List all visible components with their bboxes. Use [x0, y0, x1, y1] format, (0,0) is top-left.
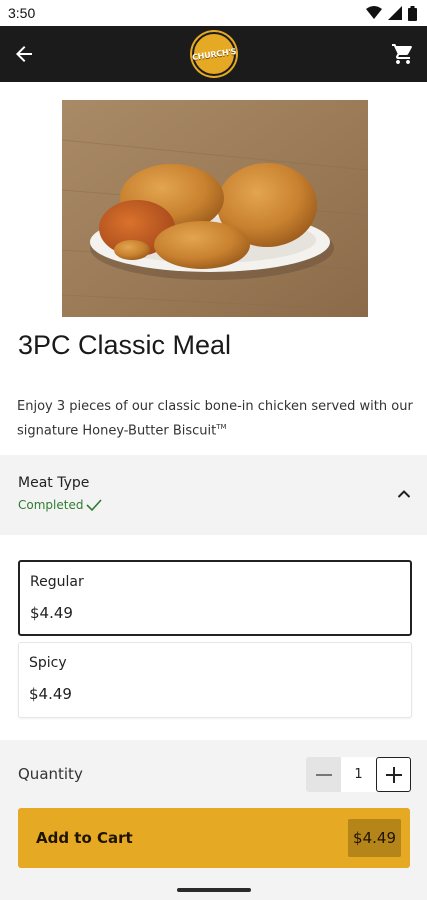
collapse-button[interactable] [394, 484, 414, 504]
wifi-icon [366, 6, 382, 19]
option-price: $4.49 [30, 604, 73, 622]
add-to-cart-label: Add to Cart [36, 829, 133, 847]
app-bar: CHURCH'S [0, 26, 427, 82]
option-price: $4.49 [29, 685, 72, 703]
status-time: 3:50 [8, 5, 36, 21]
battery-icon [408, 5, 417, 21]
minus-icon [315, 773, 332, 776]
product-description: Enjoy 3 pieces of our classic bone-in ch… [17, 396, 417, 441]
add-to-cart-button[interactable]: Add to Cart $4.49 [18, 808, 410, 868]
increment-button[interactable] [376, 757, 411, 792]
product-image [62, 100, 368, 317]
quantity-stepper: 1 [306, 757, 411, 792]
cart-icon[interactable] [391, 42, 415, 66]
quantity-label: Quantity [18, 765, 83, 783]
meat-type-header[interactable] [0, 455, 427, 535]
option-name: Spicy [29, 655, 67, 671]
option-spicy[interactable]: Spicy $4.49 [18, 642, 412, 718]
plus-icon [385, 766, 402, 783]
status-icons [366, 5, 417, 21]
home-indicator[interactable] [177, 888, 251, 892]
status-bar: 3:50 [0, 0, 427, 26]
option-name: Regular [30, 574, 84, 590]
back-arrow-icon[interactable] [12, 42, 36, 66]
chevron-up-icon [397, 490, 411, 498]
logo-text: CHURCH'S [191, 46, 237, 62]
decrement-button[interactable] [306, 757, 341, 792]
option-group-title: Meat Type [18, 475, 90, 491]
quantity-value[interactable]: 1 [341, 757, 376, 792]
completed-label: Completed [18, 498, 84, 512]
trademark-mark: TM [216, 423, 227, 431]
option-regular[interactable]: Regular $4.49 [18, 560, 412, 636]
description-text: Enjoy 3 pieces of our classic bone-in ch… [17, 399, 413, 439]
add-to-cart-price: $4.49 [348, 819, 401, 857]
check-icon [86, 499, 103, 512]
product-title: 3PC Classic Meal [18, 330, 232, 360]
churchs-logo: CHURCH'S [191, 32, 237, 76]
option-group-status: Completed [18, 498, 103, 512]
signal-icon [388, 6, 402, 20]
